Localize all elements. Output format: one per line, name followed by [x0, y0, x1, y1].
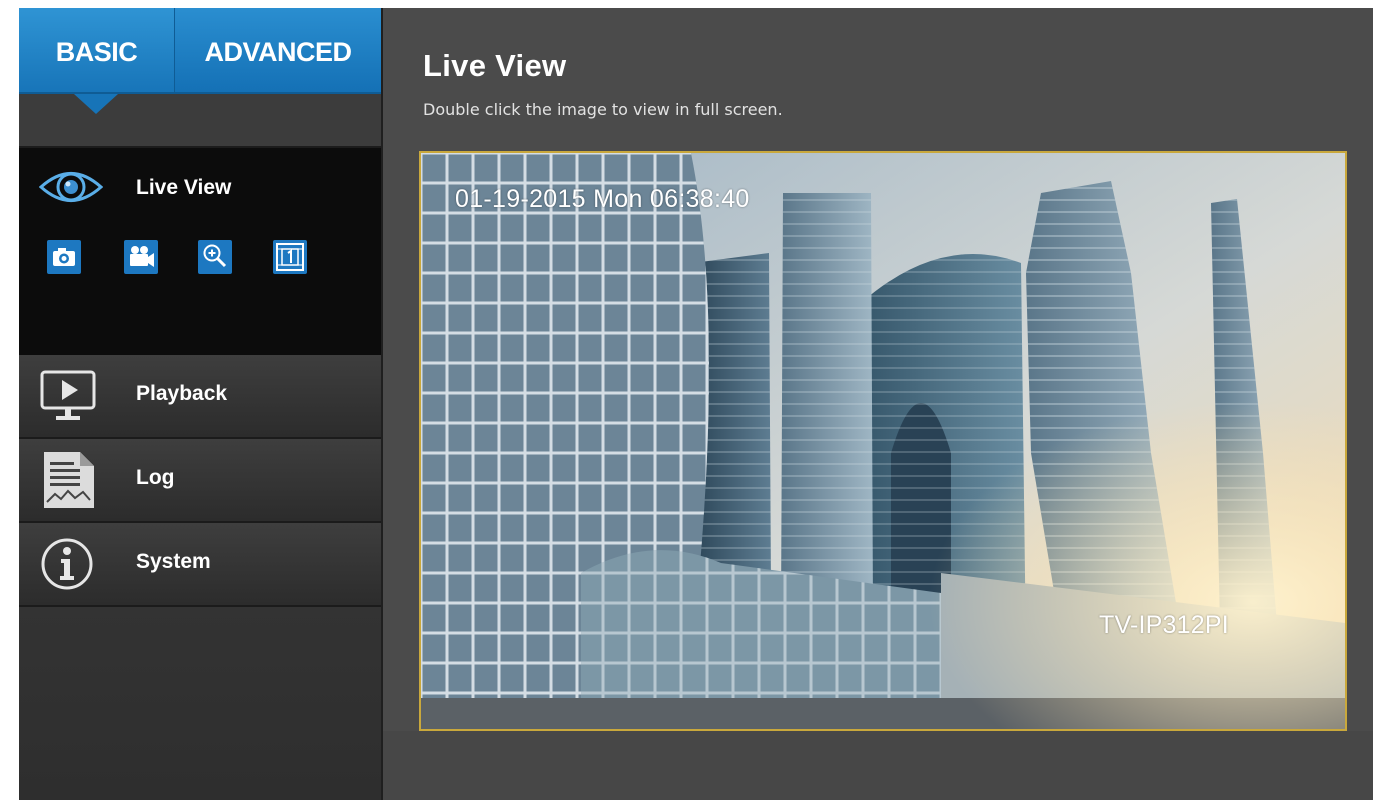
tab-basic[interactable]: BASIC — [19, 8, 174, 94]
sidebar-item-label: System — [136, 550, 211, 573]
mode-tabs: BASIC ADVANCED — [19, 8, 381, 94]
sidebar-item-label: Live View — [136, 176, 232, 199]
original-size-button[interactable] — [273, 240, 307, 274]
sidebar-item-live-view[interactable]: Live View — [19, 148, 381, 355]
camera-web-ui: BASIC ADVANCED Live View Playback Log Sy… — [19, 8, 1373, 800]
live-video-view[interactable]: 01-19-2015 Mon 06:38:40 TV-IP312PI — [419, 151, 1347, 731]
sidebar-item-playback[interactable]: Playback — [19, 355, 381, 439]
sidebar-item-system[interactable]: System — [19, 523, 381, 607]
sidebar-empty-area — [19, 607, 381, 800]
snapshot-button[interactable] — [47, 240, 81, 274]
monitor-play-icon — [40, 370, 96, 420]
tab-advanced[interactable]: ADVANCED — [174, 8, 381, 94]
document-log-icon — [44, 452, 94, 508]
active-tab-pointer — [74, 94, 118, 114]
sidebar-item-label: Playback — [136, 382, 228, 405]
osd-datetime: 01-19-2015 Mon 06:38:40 — [455, 185, 750, 213]
eye-icon — [39, 172, 103, 202]
main-content: Live View Double click the image to view… — [383, 8, 1373, 800]
video-camera-icon — [130, 246, 154, 267]
sidebar-item-label: Log — [136, 466, 175, 489]
sidebar-item-log[interactable]: Log — [19, 439, 381, 523]
osd-camera-name: TV-IP312PI — [1099, 611, 1229, 639]
info-icon — [41, 538, 93, 590]
main-footer-area — [383, 731, 1373, 800]
one-to-one-icon — [276, 243, 304, 271]
zoom-button[interactable] — [198, 240, 232, 274]
record-button[interactable] — [124, 240, 158, 274]
page-title: Live View — [423, 48, 567, 83]
sidebar: BASIC ADVANCED Live View Playback Log Sy… — [19, 8, 381, 800]
camera-icon — [53, 248, 75, 266]
zoom-in-icon — [203, 244, 227, 268]
camera-feed-image — [421, 153, 1345, 729]
page-subtitle: Double click the image to view in full s… — [423, 100, 783, 119]
